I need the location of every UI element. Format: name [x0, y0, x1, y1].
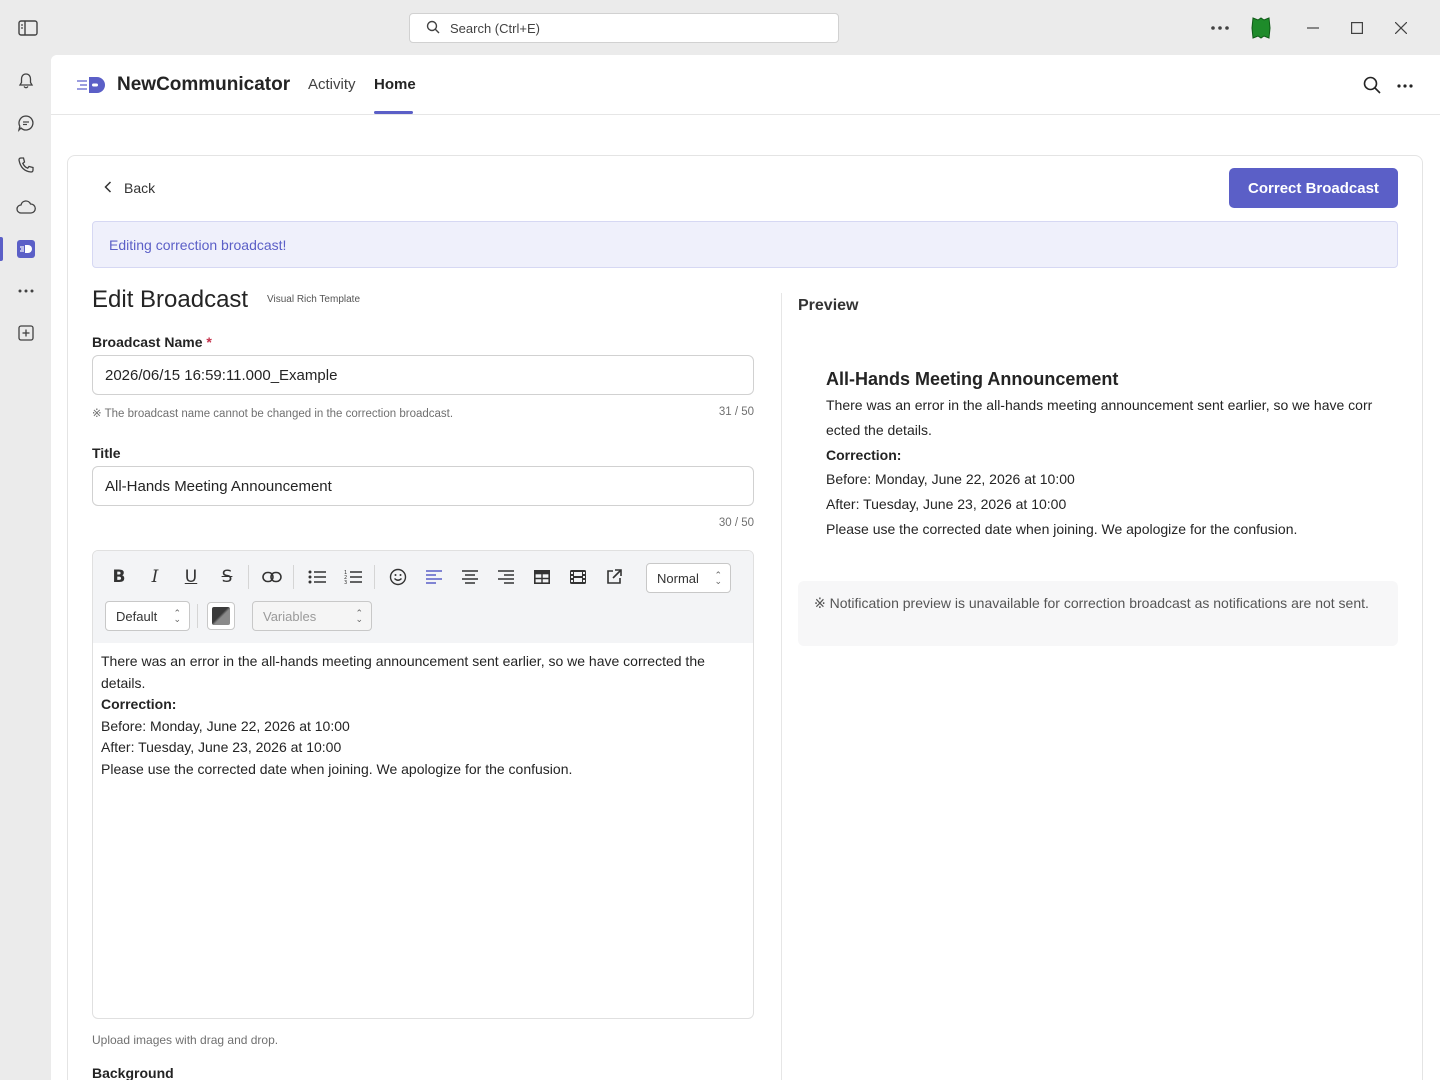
- editor-content[interactable]: There was an error in the all-hands meet…: [101, 651, 741, 781]
- tab-activity[interactable]: Activity: [308, 76, 356, 93]
- correction-notice: Editing correction broadcast!: [92, 221, 1398, 268]
- column-divider: [781, 293, 782, 1080]
- broadcast-name-hint: ※ The broadcast name cannot be changed i…: [92, 408, 454, 420]
- toolbar-divider: [293, 565, 294, 589]
- app-header: NewCommunicator Activity Home: [51, 55, 1440, 115]
- app-window: NewCommunicator Activity Home Back Corre…: [51, 55, 1440, 1080]
- more-options-icon[interactable]: [1208, 16, 1232, 40]
- bold-icon[interactable]: B: [107, 565, 131, 589]
- maximize-icon[interactable]: [1345, 16, 1369, 40]
- correct-broadcast-button[interactable]: Correct Broadcast: [1229, 168, 1398, 208]
- notifications-icon[interactable]: [0, 61, 51, 101]
- editor-line: Before: Monday, June 22, 2026 at 10:00: [101, 717, 350, 734]
- global-search-input[interactable]: Search (Ctrl+E): [409, 13, 839, 43]
- editor-line: After: Tuesday, June 23, 2026 at 10:00: [101, 739, 342, 756]
- editor-bold-text: Correction:: [101, 696, 177, 713]
- font-select[interactable]: Default ⌃ ⌄: [105, 601, 190, 631]
- main-content: Back Correct Broadcast Editing correctio…: [51, 115, 1440, 1080]
- text-color-picker[interactable]: [207, 602, 235, 630]
- preview-line: Before: Monday, June 22, 2026 at 10:00: [826, 471, 1075, 488]
- app-name: NewCommunicator: [117, 74, 291, 95]
- block-format-select[interactable]: Normal ⌃ ⌄: [646, 563, 731, 593]
- more-apps-icon[interactable]: [0, 271, 51, 311]
- italic-icon[interactable]: I: [143, 565, 167, 589]
- search-placeholder: Search (Ctrl+E): [450, 20, 540, 36]
- editor-line: There was an error in the all-hands meet…: [101, 653, 705, 691]
- title-label: Title: [92, 445, 121, 461]
- preview-label: Preview: [798, 297, 859, 314]
- link-icon[interactable]: [260, 565, 284, 589]
- notification-preview-note: ※ Notification preview is unavailable fo…: [798, 581, 1398, 646]
- preview-bold-text: Correction:: [826, 446, 902, 463]
- video-icon[interactable]: [566, 565, 590, 589]
- title-count: 30 / 50: [718, 517, 754, 529]
- svg-text:3: 3: [344, 580, 347, 584]
- avatar[interactable]: [1250, 16, 1272, 40]
- preview-line: Please use the corrected date when joini…: [826, 520, 1298, 537]
- font-select-value: Default: [116, 608, 158, 624]
- broadcast-name-count: 31 / 50: [718, 406, 754, 418]
- select-arrows-icon: ⌃ ⌄: [355, 608, 363, 624]
- rich-text-editor: B I U S 123 Normal ⌃ ⌄ Default ⌃ ⌄ Varia…: [92, 550, 754, 1019]
- broadcast-name-field[interactable]: 2026/06/15 16:59:11.000_Example: [92, 355, 754, 395]
- align-center-icon[interactable]: [458, 565, 482, 589]
- editor-line: Please use the corrected date when joini…: [101, 760, 573, 777]
- minimize-icon[interactable]: [1301, 16, 1325, 40]
- table-icon[interactable]: [530, 565, 554, 589]
- select-arrows-icon: ⌃ ⌄: [173, 608, 181, 624]
- preview-line: After: Tuesday, June 23, 2026 at 10:00: [826, 496, 1067, 513]
- chat-icon[interactable]: [0, 103, 51, 143]
- newcommunicator-app-icon[interactable]: [0, 229, 51, 269]
- active-tab-indicator: [374, 111, 413, 114]
- add-app-icon[interactable]: [0, 313, 51, 353]
- page-title: Edit Broadcast: [92, 286, 249, 313]
- bullet-list-icon[interactable]: [305, 565, 329, 589]
- toolbar-divider: [248, 565, 249, 589]
- preview-title: All-Hands Meeting Announcement: [826, 369, 1119, 389]
- external-link-icon[interactable]: [602, 565, 626, 589]
- title-field[interactable]: All-Hands Meeting Announcement: [92, 466, 754, 506]
- required-mark: *: [206, 334, 212, 350]
- template-badge: Visual Rich Template: [267, 294, 361, 305]
- search-icon[interactable]: [1362, 75, 1384, 97]
- broadcast-name-label-text: Broadcast Name: [92, 334, 203, 350]
- chevron-left-icon: [104, 180, 112, 196]
- back-label: Back: [124, 180, 156, 196]
- emoji-icon[interactable]: [386, 565, 410, 589]
- variables-select[interactable]: Variables ⌃ ⌄: [252, 601, 372, 631]
- sidebar-toggle-icon[interactable]: [16, 17, 40, 39]
- upload-hint: Upload images with drag and drop.: [92, 1033, 279, 1047]
- close-icon[interactable]: [1389, 16, 1413, 40]
- color-swatch-icon: [212, 607, 230, 625]
- back-button[interactable]: Back: [104, 180, 155, 196]
- preview-body: There was an error in the all-hands meet…: [826, 393, 1374, 542]
- variables-placeholder: Variables: [263, 608, 317, 624]
- app-rail: [0, 55, 51, 1080]
- app-logo-icon: [75, 73, 107, 97]
- title-bar: Search (Ctrl+E): [0, 0, 1440, 55]
- toolbar-divider: [197, 604, 198, 628]
- next-section-label: Background: [92, 1065, 174, 1080]
- align-left-icon[interactable]: [422, 565, 446, 589]
- align-right-icon[interactable]: [494, 565, 518, 589]
- search-icon: [426, 20, 440, 37]
- underline-icon[interactable]: U: [179, 565, 203, 589]
- calls-icon[interactable]: [0, 145, 51, 185]
- preview-line: There was an error in the all-hands meet…: [826, 397, 1373, 438]
- editor-toolbar: B I U S 123 Normal ⌃ ⌄ Default ⌃ ⌄ Varia…: [93, 551, 753, 643]
- preview-line: Correction:: [826, 443, 1374, 468]
- broadcast-edit-card: Back Correct Broadcast Editing correctio…: [67, 155, 1423, 1080]
- toolbar-divider: [374, 565, 375, 589]
- numbered-list-icon[interactable]: 123: [341, 565, 365, 589]
- cloud-icon[interactable]: [0, 187, 51, 227]
- strikethrough-icon[interactable]: S: [215, 565, 239, 589]
- editor-line: Correction:: [101, 694, 741, 716]
- select-arrows-icon: ⌃ ⌄: [714, 570, 722, 586]
- block-format-value: Normal: [657, 570, 699, 586]
- broadcast-name-label: Broadcast Name *: [92, 334, 212, 350]
- more-options-icon[interactable]: [1394, 75, 1416, 97]
- tab-home[interactable]: Home: [374, 76, 416, 93]
